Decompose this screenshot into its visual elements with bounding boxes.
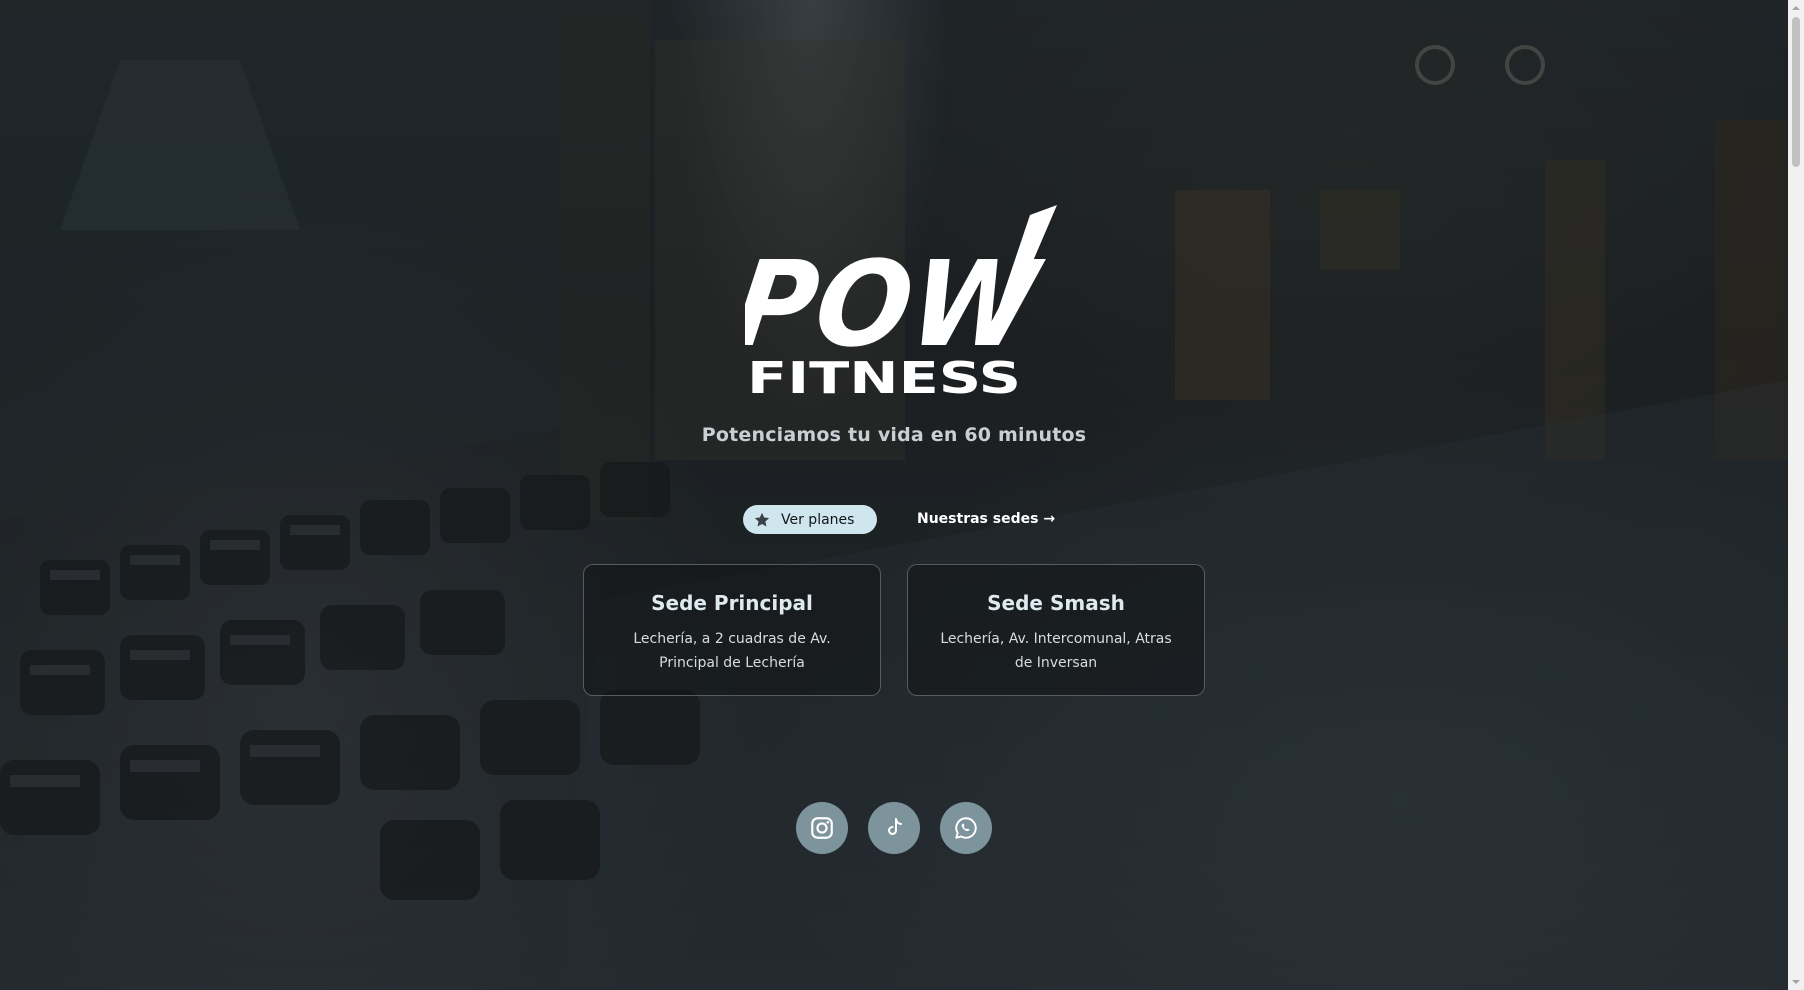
view-plans-label: Ver planes bbox=[781, 511, 855, 528]
pow-fitness-logo: POW FITNESS bbox=[745, 205, 1057, 404]
view-plans-button[interactable]: Ver planes bbox=[743, 505, 877, 534]
tiktok-button[interactable] bbox=[868, 802, 920, 854]
tiktok-icon bbox=[888, 818, 902, 835]
location-card-smash[interactable]: Sede Smash Lechería, Av. Intercomunal, A… bbox=[907, 564, 1205, 696]
svg-text:FITNESS: FITNESS bbox=[747, 353, 1021, 404]
scroll-down-icon[interactable] bbox=[1788, 974, 1804, 990]
location-address: Lechería, a 2 cuadras de Av. Principal d… bbox=[633, 631, 831, 671]
our-locations-link[interactable]: Nuestras sedes → bbox=[917, 511, 1055, 527]
tagline: Potenciamos tu vida en 60 minutos bbox=[701, 424, 1087, 446]
social-links bbox=[0, 802, 1788, 854]
location-name: Sede Principal bbox=[651, 591, 813, 615]
location-name: Sede Smash bbox=[987, 591, 1125, 615]
location-address: Lechería, Av. Intercomunal, Atras de Inv… bbox=[940, 631, 1172, 671]
whatsapp-icon bbox=[955, 817, 977, 839]
whatsapp-button[interactable] bbox=[940, 802, 992, 854]
instagram-icon bbox=[811, 817, 833, 839]
vertical-scrollbar[interactable] bbox=[1788, 0, 1804, 990]
star-icon bbox=[753, 511, 771, 529]
cta-row: Ver planes Nuestras sedes → bbox=[0, 505, 1788, 535]
scrollbar-thumb[interactable] bbox=[1792, 17, 1800, 167]
location-card-principal[interactable]: Sede Principal Lechería, a 2 cuadras de … bbox=[583, 564, 881, 696]
scroll-up-icon[interactable] bbox=[1788, 0, 1804, 16]
instagram-button[interactable] bbox=[796, 802, 848, 854]
hero-content: POW FITNESS Potenciamos tu vida en 60 mi… bbox=[0, 0, 1788, 990]
